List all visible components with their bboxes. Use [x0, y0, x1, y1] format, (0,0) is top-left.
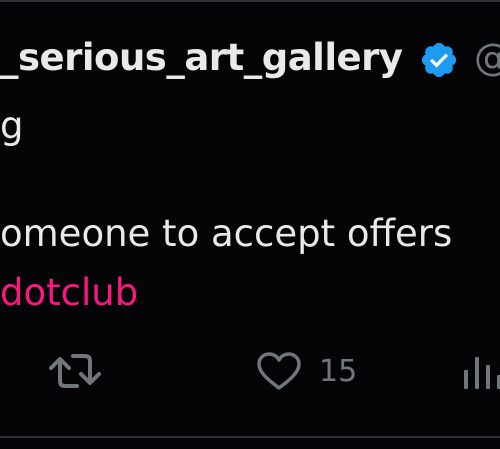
retweet-icon — [49, 354, 101, 388]
retweet-button[interactable] — [48, 348, 102, 394]
tweet-text-line: omeone to accept offers — [0, 212, 453, 255]
author-secondary-line: g — [0, 104, 24, 147]
views-button[interactable] — [462, 348, 500, 394]
divider-top — [0, 0, 500, 2]
author-display-name[interactable]: _serious_art_gallery — [0, 36, 403, 79]
tweet-card[interactable]: _serious_art_gallery @ g omeone to accep… — [0, 0, 500, 449]
divider-bottom — [0, 436, 500, 438]
verified-badge-icon — [421, 42, 457, 78]
heart-icon — [257, 352, 301, 390]
like-count: 15 — [319, 353, 358, 389]
tweet-link[interactable]: dotclub — [0, 271, 138, 314]
author-handle[interactable]: @ — [474, 36, 500, 79]
like-button[interactable]: 15 — [255, 348, 357, 394]
views-icon — [464, 357, 500, 389]
